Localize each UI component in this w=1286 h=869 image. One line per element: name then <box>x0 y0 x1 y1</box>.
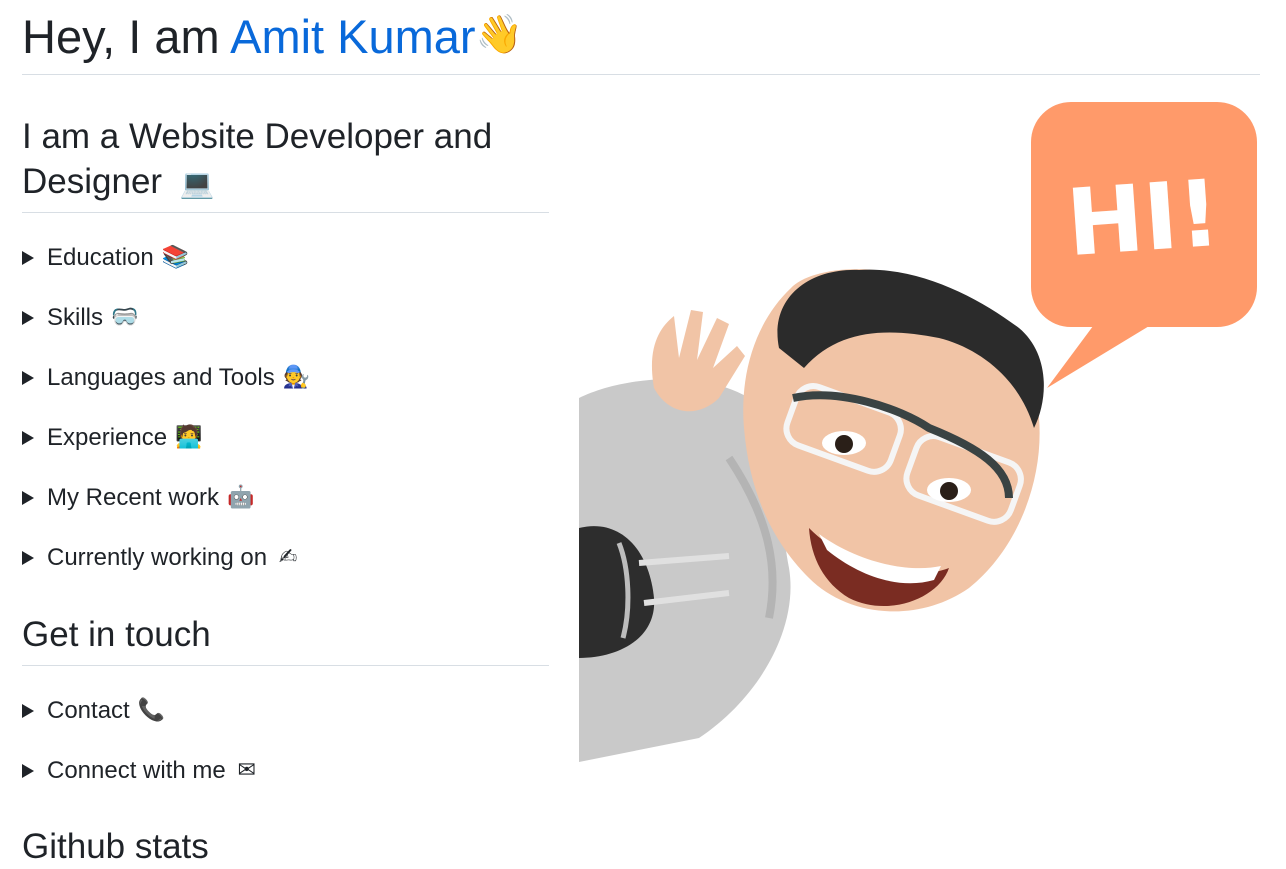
bubble-text: HI! <box>1063 160 1223 277</box>
mechanic-icon: 🧑‍🔧 <box>282 365 311 390</box>
details-label[interactable]: Education <box>47 243 154 273</box>
details-recent-work[interactable]: My Recent work 🤖 <box>22 483 255 513</box>
details-currently-working[interactable]: Currently working on ✍ <box>22 543 301 573</box>
details-label[interactable]: Experience <box>47 423 167 453</box>
details-connect[interactable]: Connect with me ✉ <box>22 756 260 786</box>
details-label[interactable]: My Recent work <box>47 483 219 513</box>
details-education[interactable]: Education 📚 <box>22 243 190 273</box>
get-in-touch-heading: Get in touch <box>22 615 211 654</box>
details-contact[interactable]: Contact 📞 <box>22 696 166 726</box>
intro-heading: I am a Website Developer and Designer 💻 <box>22 114 549 204</box>
intro-divider <box>22 212 549 213</box>
avatar-illustration: HI! <box>579 102 1257 762</box>
details-languages-tools[interactable]: Languages and Tools 🧑‍🔧 <box>22 363 311 393</box>
avatar-head <box>743 269 1044 612</box>
disclosure-triangle-icon[interactable] <box>22 704 34 718</box>
details-skills[interactable]: Skills 🥽 <box>22 303 139 333</box>
title-divider <box>22 74 1260 75</box>
disclosure-triangle-icon[interactable] <box>22 371 34 385</box>
writing-hand-icon: ✍ <box>278 545 298 570</box>
details-experience[interactable]: Experience 🧑‍💻 <box>22 423 203 453</box>
goggles-icon: 🥽 <box>111 305 139 330</box>
laptop-icon: 💻 <box>179 167 215 200</box>
details-label[interactable]: Languages and Tools <box>47 363 275 393</box>
technologist-icon: 🧑‍💻 <box>175 425 203 450</box>
details-label[interactable]: Contact <box>47 696 130 726</box>
envelope-icon: ✉ <box>237 758 256 783</box>
github-stats-heading: Github stats <box>22 827 209 866</box>
details-label[interactable]: Connect with me <box>47 756 226 786</box>
books-icon: 📚 <box>161 245 190 270</box>
details-label[interactable]: Currently working on <box>47 543 267 573</box>
disclosure-triangle-icon[interactable] <box>22 251 34 265</box>
title-prefix: Hey, I am <box>22 10 231 63</box>
disclosure-triangle-icon[interactable] <box>22 551 34 565</box>
intro-heading-text: I am a Website Developer and Designer <box>22 117 493 201</box>
disclosure-triangle-icon[interactable] <box>22 491 34 505</box>
disclosure-triangle-icon[interactable] <box>22 764 34 778</box>
disclosure-triangle-icon[interactable] <box>22 311 34 325</box>
disclosure-triangle-icon[interactable] <box>22 431 34 445</box>
speech-bubble: HI! <box>1031 102 1257 388</box>
waving-hand-icon: 👋 <box>475 12 523 56</box>
telephone-icon: 📞 <box>137 698 166 723</box>
details-label[interactable]: Skills <box>47 303 103 333</box>
touch-divider <box>22 665 549 666</box>
page-title: Hey, I am Amit Kumar👋 <box>22 6 523 65</box>
robot-icon: 🤖 <box>227 485 255 510</box>
author-name: Amit Kumar <box>230 10 476 63</box>
